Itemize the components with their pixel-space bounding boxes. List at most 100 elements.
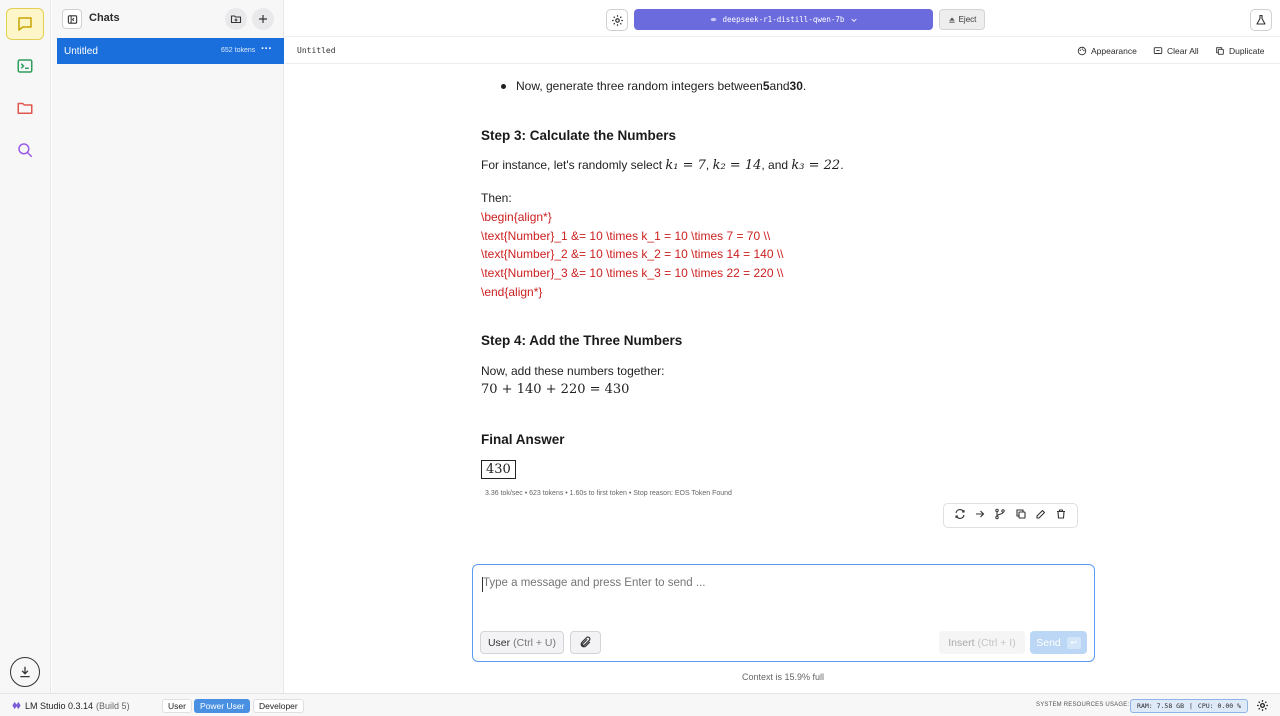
gear-icon xyxy=(1257,700,1268,711)
latex-line: \text{Number}_1 &= 10 \times k_1 = 10 \t… xyxy=(481,229,771,243)
eject-button[interactable]: Eject xyxy=(939,9,985,30)
bullet-number: 30 xyxy=(789,79,803,93)
enter-key-icon: ↩ xyxy=(1066,636,1081,649)
latex-line: \begin{align*} xyxy=(481,210,552,224)
new-folder-button[interactable] xyxy=(225,8,247,30)
sidebar-toggle-icon xyxy=(67,14,77,24)
step4-heading: Step 4: Add the Three Numbers xyxy=(481,333,683,348)
then-label: Then: xyxy=(481,191,512,205)
search-icon xyxy=(18,143,33,158)
lm-studio-logo-icon xyxy=(12,701,21,710)
bullet-text: and xyxy=(769,79,790,93)
chat-tab-button[interactable] xyxy=(6,8,44,40)
gear-icon xyxy=(611,14,623,26)
duplicate-button[interactable]: Duplicate xyxy=(1215,46,1264,56)
paragraph-text: , and xyxy=(761,158,792,172)
send-label: Send xyxy=(1036,636,1061,649)
cpu-usage: CPU: 0.00 % xyxy=(1197,702,1241,710)
branch-icon xyxy=(995,508,1006,519)
appearance-label: Appearance xyxy=(1091,46,1137,56)
chats-header: Chats xyxy=(52,0,284,37)
branch-button[interactable] xyxy=(994,507,1006,525)
sum-equation: 70 + 140 + 220 = 430 xyxy=(481,382,629,397)
new-chat-button[interactable] xyxy=(252,8,274,30)
model-settings-button[interactable] xyxy=(606,9,628,31)
copy-message-button[interactable] xyxy=(1015,507,1027,525)
model-name: deepseek-r1-distill-qwen-7b xyxy=(722,15,845,24)
chat-list-item[interactable]: Untitled 652 tokens ··· xyxy=(57,38,284,64)
edit-message-button[interactable] xyxy=(1035,507,1047,525)
regenerate-icon xyxy=(955,508,965,519)
paragraph-text: , xyxy=(705,158,713,172)
continue-button[interactable] xyxy=(974,507,986,525)
final-answer-heading: Final Answer xyxy=(481,432,565,447)
insert-button[interactable]: Insert (Ctrl + I) xyxy=(939,631,1025,654)
final-answer-box: 430 xyxy=(481,460,516,479)
bullet-text: . xyxy=(802,79,807,93)
clear-all-button[interactable]: Clear All xyxy=(1153,46,1199,56)
app-settings-button[interactable] xyxy=(1256,699,1269,716)
appearance-button[interactable]: Appearance xyxy=(1077,46,1137,56)
math-k1: k₁ = 7 xyxy=(665,158,706,173)
downloads-button[interactable] xyxy=(10,657,40,687)
bullet-number: 5 xyxy=(762,79,770,93)
attach-file-button[interactable] xyxy=(570,631,601,654)
mode-power-user[interactable]: Power User xyxy=(194,699,251,713)
terminal-icon xyxy=(17,59,33,73)
generation-stats: 3.36 tok/sec • 623 tokens • 1.60s to fir… xyxy=(485,490,732,497)
discover-tab-button[interactable] xyxy=(6,134,44,166)
context-usage: Context is 15.9% full xyxy=(742,672,825,682)
chat-bubble-icon xyxy=(18,17,32,31)
model-icon xyxy=(710,17,717,22)
copy-icon xyxy=(1216,47,1224,55)
system-resources-meter[interactable]: RAM: 7.58 GB | CPU: 0.00 % xyxy=(1130,699,1248,713)
experimental-button[interactable] xyxy=(1250,9,1272,31)
bullet-dot xyxy=(501,83,506,89)
insert-shortcut: (Ctrl + I) xyxy=(977,636,1016,649)
status-bar: LM Studio 0.3.14 (Build 5) User Power Us… xyxy=(0,693,1280,716)
message-input[interactable] xyxy=(483,577,1083,589)
top-bar: deepseek-r1-distill-qwen-7b Eject xyxy=(285,0,1280,37)
duplicate-label: Duplicate xyxy=(1229,46,1265,56)
flask-icon xyxy=(1256,14,1266,25)
chats-title: Chats xyxy=(89,12,120,24)
math-k3: k₃ = 22 xyxy=(791,158,841,173)
role-label: User xyxy=(487,636,511,649)
role-shortcut: (Ctrl + U) xyxy=(513,636,557,649)
latex-line: \text{Number}_2 &= 10 \times k_2 = 10 \t… xyxy=(481,247,784,261)
insert-label: Insert xyxy=(948,636,975,649)
chat-title-bar: Untitled Appearance Clear All Duplicate xyxy=(285,38,1280,64)
clear-icon xyxy=(1153,47,1163,54)
delete-message-button[interactable] xyxy=(1055,507,1067,525)
list-item: Now, generate three random integers betw… xyxy=(501,79,807,93)
role-toggle-button[interactable]: User (Ctrl + U) xyxy=(480,631,564,654)
chat-item-more-button[interactable]: ··· xyxy=(261,43,272,55)
send-button[interactable]: Send ↩ xyxy=(1030,631,1087,654)
model-selector-button[interactable]: deepseek-r1-distill-qwen-7b xyxy=(634,9,933,30)
folder-plus-icon xyxy=(230,15,242,24)
system-resources-label: SYSTEM RESOURCES USAGE: xyxy=(1036,702,1130,708)
copy-icon xyxy=(1015,508,1026,519)
step4-paragraph: Now, add these numbers together: xyxy=(481,364,665,378)
math-k2: k₂ = 14 xyxy=(712,158,762,173)
mode-user[interactable]: User xyxy=(162,699,192,713)
chat-title[interactable]: Untitled xyxy=(297,46,336,55)
palette-icon xyxy=(1077,46,1087,56)
mode-developer[interactable]: Developer xyxy=(253,699,304,713)
developer-tab-button[interactable] xyxy=(6,50,44,82)
regenerate-button[interactable] xyxy=(954,507,966,525)
latex-line: \end{align*} xyxy=(481,285,543,299)
chevron-down-icon xyxy=(851,18,858,22)
folder-icon xyxy=(17,102,33,114)
my-models-tab-button[interactable] xyxy=(6,92,44,124)
separator: | xyxy=(1189,702,1193,710)
chat-item-tokens: 652 tokens xyxy=(221,47,256,54)
sum-math: 70 + 140 + 220 = 430 xyxy=(481,382,630,397)
toggle-sidebar-button[interactable] xyxy=(62,9,82,29)
eject-label: Eject xyxy=(958,15,977,24)
chats-sidebar: Chats Untitled 652 tokens ··· xyxy=(52,0,284,693)
bullet-text: Now, generate three random integers betw… xyxy=(516,79,763,93)
download-icon xyxy=(20,666,30,678)
app-version: LM Studio 0.3.14 (Build 5) xyxy=(11,700,130,711)
chat-item-name: Untitled xyxy=(64,46,98,57)
